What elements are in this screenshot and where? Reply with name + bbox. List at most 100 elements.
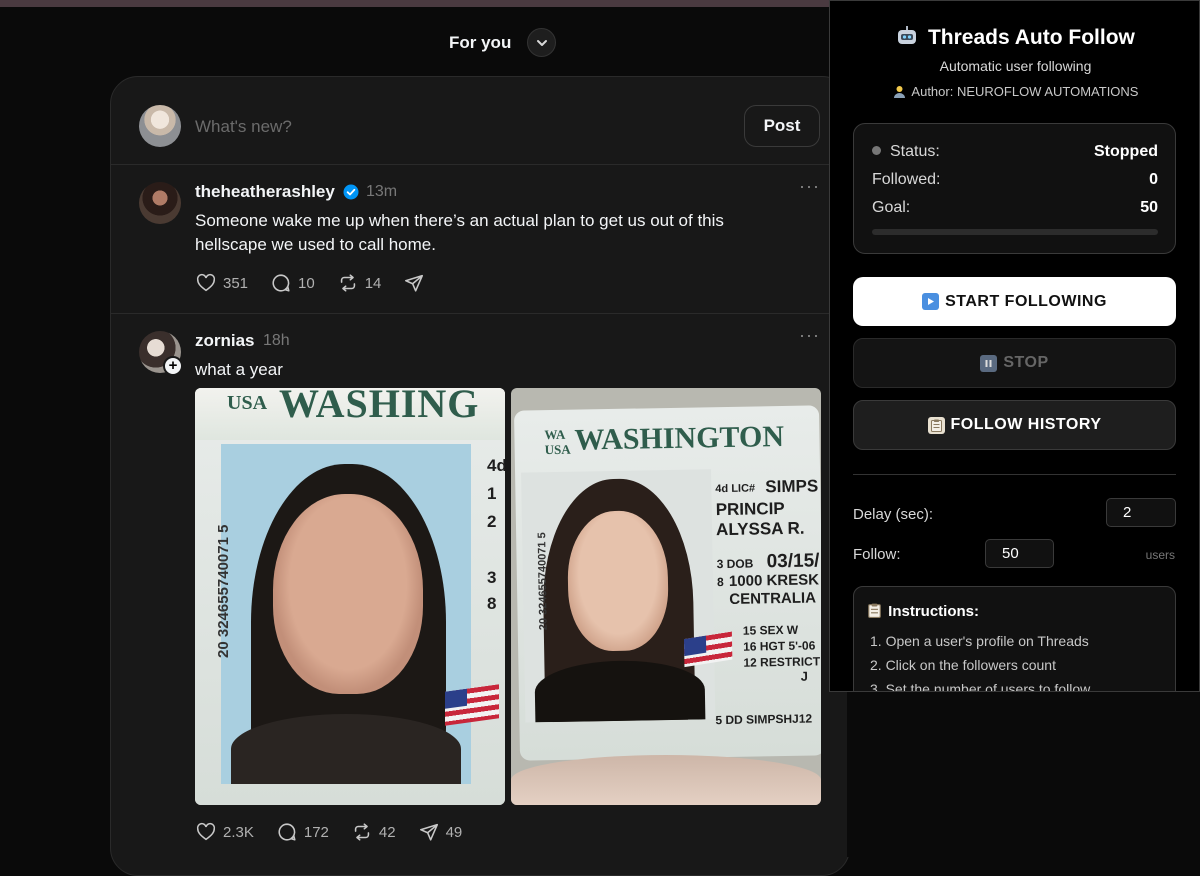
id-field: 8 (487, 594, 497, 613)
pause-icon (980, 354, 998, 372)
more-options-icon[interactable]: ··· (799, 176, 820, 197)
share-count: 49 (445, 823, 463, 841)
id-field: 15 SEX W (742, 622, 799, 638)
id-usa-text: USA (227, 392, 268, 414)
feed-switch-button[interactable] (527, 28, 556, 57)
share-button[interactable]: 49 (418, 821, 463, 843)
more-options-icon[interactable]: ··· (799, 325, 820, 346)
like-button[interactable]: 351 (195, 272, 248, 294)
repost-count: 14 (364, 274, 382, 292)
usa-flag-icon (445, 684, 499, 726)
holding-hand (511, 755, 821, 805)
delay-input[interactable] (1106, 498, 1176, 527)
follow-count-input[interactable] (985, 539, 1054, 568)
auto-follow-panel: Threads Auto Follow Automatic user follo… (829, 0, 1200, 692)
status-value: Stopped (1094, 143, 1158, 160)
post-username[interactable]: theheatherashley (195, 182, 335, 202)
repost-button[interactable]: 14 (337, 272, 382, 294)
id-field: ALYSSA R. (715, 518, 805, 540)
stop-label: STOP (1003, 354, 1049, 371)
instruction-item: 2. Click on the followers count (870, 657, 1056, 673)
avatar[interactable] (139, 182, 181, 224)
followed-value: 0 (1149, 171, 1158, 188)
play-icon (922, 293, 940, 310)
id-portrait (521, 469, 716, 723)
start-following-button[interactable]: START FOLLOWING (853, 277, 1176, 326)
instructions-box: Instructions: 1. Open a user's profile o… (853, 586, 1176, 691)
instructions-title-text: Instructions: (888, 603, 980, 620)
id-usa-text: USA (544, 441, 571, 458)
reply-button[interactable]: 10 (270, 272, 315, 294)
person-icon (893, 86, 905, 98)
id-field: 3 DOB (716, 556, 754, 572)
my-avatar[interactable] (139, 105, 181, 147)
id-field: 4d (487, 456, 505, 475)
panel-title-text: Threads Auto Follow (927, 26, 1135, 49)
progress-bar (872, 229, 1158, 235)
id-vertical-number: 20 324655740071 5 (215, 524, 232, 658)
portrait-shoulders (231, 714, 461, 784)
stop-button[interactable]: STOP (853, 338, 1176, 388)
heart-icon (196, 273, 216, 292)
feed-card: What's new? Post theheatherashley 13m ··… (110, 76, 850, 876)
thread-post: theheatherashley 13m ··· Someone wake me… (111, 166, 849, 314)
comment-icon (272, 274, 290, 292)
follow-plus-icon[interactable]: + (163, 356, 183, 376)
post-image[interactable]: USA WASHING 20 324655740071 5 4d 1 2 3 8 (195, 388, 505, 805)
id-card-illustration: WA USA WASHINGTON 20 324655740071 5 4d L… (513, 405, 821, 761)
heart-icon (196, 822, 216, 841)
goal-row: Goal: 50 (872, 199, 1158, 217)
repost-icon (354, 823, 370, 841)
goal-label: Goal: (872, 199, 911, 216)
id-field: 16 HGT 5'-06 (743, 638, 816, 654)
followed-label: Followed: (872, 171, 941, 188)
feed-title: For you (449, 33, 512, 52)
panel-title: Threads Auto Follow (830, 26, 1199, 50)
followed-row: Followed: 0 (872, 171, 1158, 189)
send-icon (405, 274, 424, 292)
reply-count: 172 (303, 823, 329, 841)
chevron-down-icon (536, 39, 547, 46)
status-box: Status: Stopped Followed: 0 Goal: 50 (853, 123, 1176, 254)
composer-input[interactable]: What's new? (195, 117, 292, 137)
robot-icon (898, 26, 917, 44)
share-button[interactable] (403, 272, 425, 294)
id-field: SIMPS (765, 476, 819, 497)
instructions-title: Instructions: (868, 603, 979, 620)
id-field: 2 (487, 512, 497, 531)
post-text: Someone wake me up when there’s an actua… (195, 211, 724, 254)
goal-value: 50 (1140, 199, 1158, 216)
empty-area (847, 692, 1200, 857)
id-card-illustration: USA WASHING 20 324655740071 5 4d 1 2 3 8 (195, 388, 505, 805)
follow-history-label: FOLLOW HISTORY (950, 416, 1102, 433)
id-wa-text: WA (544, 426, 566, 443)
panel-author: Author: NEUROFLOW AUTOMATIONS (830, 84, 1199, 99)
repost-button[interactable]: 42 (351, 821, 396, 843)
post-button[interactable]: Post (744, 105, 820, 147)
panel-author-text: Author: NEUROFLOW AUTOMATIONS (911, 84, 1139, 99)
status-row: Status: Stopped (872, 143, 1158, 161)
like-count: 351 (223, 274, 249, 292)
reply-button[interactable]: 172 (276, 821, 329, 843)
clipboard-icon (868, 603, 881, 618)
delay-label: Delay (sec): (853, 506, 934, 523)
post-text: what a year (195, 360, 283, 379)
id-field: PRINCIP (715, 498, 785, 520)
like-count: 2.3K (223, 823, 254, 841)
post-image[interactable]: WA USA WASHINGTON 20 324655740071 5 4d L… (511, 388, 821, 805)
feed-header: For you (0, 0, 830, 80)
post-username[interactable]: zornias (195, 331, 255, 351)
repost-icon (340, 274, 355, 292)
id-vertical-number: 20 324655740071 5 (536, 532, 550, 631)
start-following-label: START FOLLOWING (945, 292, 1107, 310)
id-field: 1000 KRESK (728, 571, 820, 590)
id-state-text: WASHING (279, 388, 480, 426)
follow-history-button[interactable]: FOLLOW HISTORY (853, 400, 1176, 450)
thread-post: + zornias 18h ··· what a year USA WASHIN… (111, 315, 849, 875)
clipboard-icon (927, 416, 945, 434)
like-button[interactable]: 2.3K (195, 821, 254, 843)
id-field: CENTRALIA (729, 589, 817, 608)
id-field: 3 (487, 568, 497, 587)
status-label: Status: (890, 143, 940, 160)
id-field: 8 (716, 575, 724, 590)
